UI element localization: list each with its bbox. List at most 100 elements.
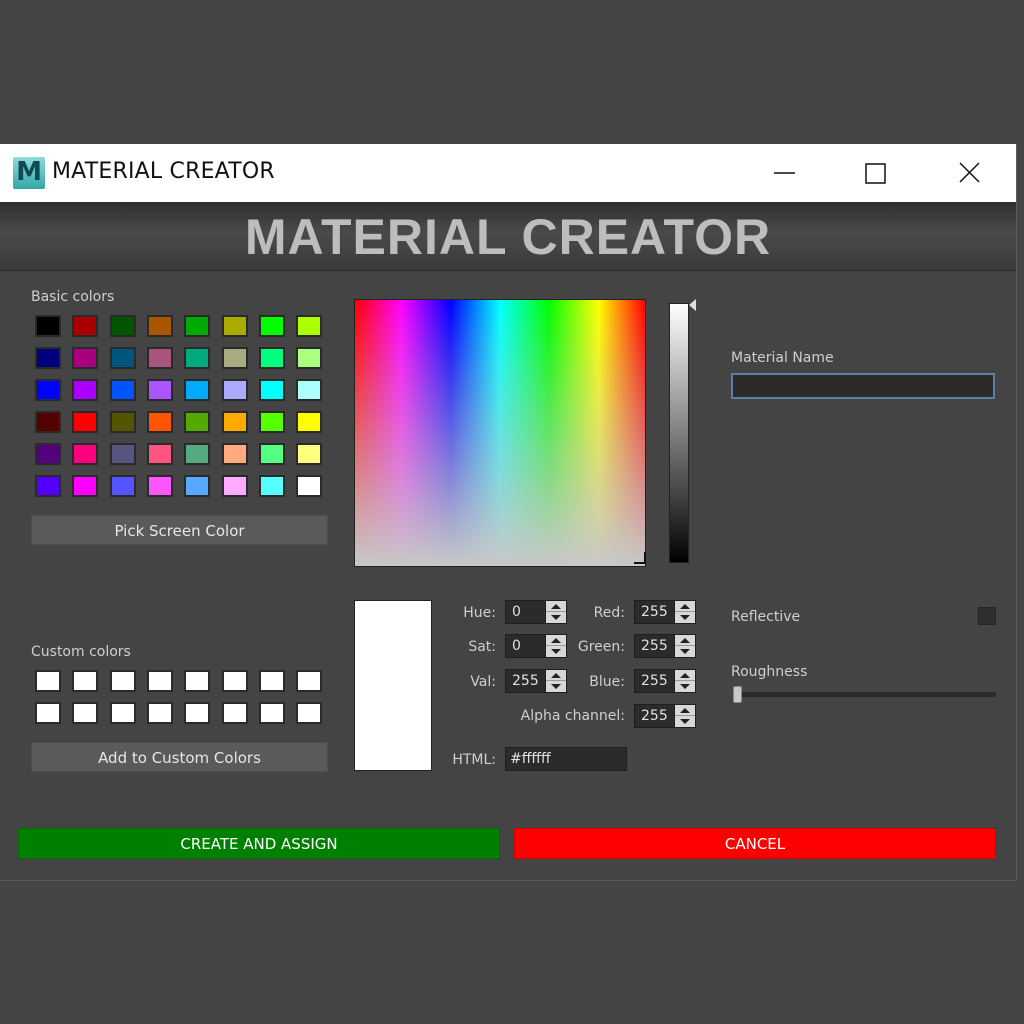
basic-color-swatch[interactable]	[72, 315, 99, 337]
basic-color-swatch[interactable]	[72, 347, 99, 369]
custom-color-swatch[interactable]	[258, 702, 285, 724]
pick-screen-color-button[interactable]: Pick Screen Color	[31, 515, 328, 545]
basic-color-swatch[interactable]	[109, 347, 136, 369]
alpha-spinbox[interactable]	[634, 704, 696, 728]
custom-color-swatch[interactable]	[221, 702, 248, 724]
basic-color-swatch[interactable]	[221, 379, 248, 401]
basic-color-swatch[interactable]	[109, 379, 136, 401]
blue-spinbox[interactable]	[634, 669, 696, 693]
custom-color-swatch[interactable]	[146, 702, 173, 724]
basic-color-swatch[interactable]	[146, 347, 173, 369]
red-spinbox[interactable]	[634, 600, 696, 624]
hue-saturation-picker[interactable]	[354, 299, 646, 567]
basic-color-swatch[interactable]	[35, 475, 61, 497]
basic-color-swatch[interactable]	[35, 379, 61, 401]
basic-color-swatch[interactable]	[258, 475, 285, 497]
val-down-button[interactable]	[546, 681, 566, 692]
basic-color-swatch[interactable]	[35, 347, 61, 369]
basic-color-swatch[interactable]	[35, 411, 61, 433]
value-slider-arrow-icon[interactable]	[689, 299, 696, 311]
basic-color-swatch[interactable]	[72, 443, 99, 465]
blue-down-button[interactable]	[675, 681, 695, 692]
basic-color-swatch[interactable]	[184, 347, 211, 369]
basic-color-swatch[interactable]	[221, 411, 248, 433]
basic-color-swatch[interactable]	[146, 475, 173, 497]
basic-color-swatch[interactable]	[109, 315, 136, 337]
green-spinbox[interactable]	[634, 634, 696, 658]
material-name-input[interactable]	[731, 373, 995, 399]
custom-color-swatch[interactable]	[72, 702, 99, 724]
basic-color-swatch[interactable]	[258, 379, 285, 401]
custom-color-swatch[interactable]	[296, 670, 323, 692]
basic-color-swatch[interactable]	[72, 411, 99, 433]
basic-color-swatch[interactable]	[146, 411, 173, 433]
basic-color-swatch[interactable]	[258, 443, 285, 465]
basic-color-swatch[interactable]	[184, 443, 211, 465]
maximize-button[interactable]	[830, 144, 920, 202]
val-spinbox[interactable]	[505, 669, 567, 693]
close-button[interactable]	[925, 144, 1015, 202]
hue-spinbox[interactable]	[505, 600, 567, 624]
basic-color-swatch[interactable]	[258, 411, 285, 433]
val-up-button[interactable]	[546, 670, 566, 681]
custom-color-swatch[interactable]	[109, 702, 136, 724]
basic-color-swatch[interactable]	[109, 475, 136, 497]
blue-up-button[interactable]	[675, 670, 695, 681]
basic-color-swatch[interactable]	[296, 411, 323, 433]
cancel-button[interactable]: CANCEL	[514, 828, 996, 859]
roughness-slider-handle[interactable]	[733, 686, 742, 703]
basic-color-swatch[interactable]	[35, 443, 61, 465]
value-slider[interactable]	[669, 303, 689, 563]
basic-color-swatch[interactable]	[221, 443, 248, 465]
custom-color-swatch[interactable]	[72, 670, 99, 692]
alpha-up-button[interactable]	[675, 705, 695, 716]
custom-color-swatch[interactable]	[35, 702, 61, 724]
red-up-button[interactable]	[675, 601, 695, 612]
basic-color-swatch[interactable]	[184, 315, 211, 337]
basic-color-swatch[interactable]	[221, 347, 248, 369]
sat-down-button[interactable]	[546, 646, 566, 657]
basic-color-swatch[interactable]	[184, 475, 211, 497]
basic-color-swatch[interactable]	[109, 443, 136, 465]
custom-color-swatch[interactable]	[296, 702, 323, 724]
basic-color-swatch[interactable]	[221, 475, 248, 497]
basic-color-swatch[interactable]	[258, 347, 285, 369]
basic-color-swatch[interactable]	[184, 379, 211, 401]
green-up-button[interactable]	[675, 635, 695, 646]
hue-up-button[interactable]	[546, 601, 566, 612]
basic-color-swatch[interactable]	[72, 379, 99, 401]
custom-color-swatch[interactable]	[109, 670, 136, 692]
create-and-assign-button[interactable]: CREATE AND ASSIGN	[18, 828, 500, 859]
alpha-down-button[interactable]	[675, 716, 695, 727]
custom-color-swatch[interactable]	[184, 702, 211, 724]
basic-color-swatch[interactable]	[146, 315, 173, 337]
basic-color-swatch[interactable]	[146, 443, 173, 465]
minimize-button[interactable]	[740, 144, 830, 202]
roughness-slider-track[interactable]	[733, 692, 996, 697]
basic-color-swatch[interactable]	[296, 315, 323, 337]
green-down-button[interactable]	[675, 646, 695, 657]
custom-color-swatch[interactable]	[258, 670, 285, 692]
basic-color-swatch[interactable]	[146, 379, 173, 401]
custom-color-swatch[interactable]	[184, 670, 211, 692]
sat-spinbox[interactable]	[505, 634, 567, 658]
add-to-custom-colors-button[interactable]: Add to Custom Colors	[31, 742, 328, 772]
basic-color-swatch[interactable]	[258, 315, 285, 337]
basic-color-swatch[interactable]	[72, 475, 99, 497]
html-color-input[interactable]	[505, 747, 627, 771]
basic-color-swatch[interactable]	[296, 475, 323, 497]
basic-color-swatch[interactable]	[296, 379, 323, 401]
basic-color-swatch[interactable]	[296, 347, 323, 369]
basic-color-swatch[interactable]	[109, 411, 136, 433]
hue-down-button[interactable]	[546, 612, 566, 623]
basic-color-swatch[interactable]	[35, 315, 61, 337]
sat-up-button[interactable]	[546, 635, 566, 646]
basic-color-swatch[interactable]	[296, 443, 323, 465]
custom-color-swatch[interactable]	[146, 670, 173, 692]
reflective-checkbox[interactable]	[978, 607, 996, 625]
custom-color-swatch[interactable]	[221, 670, 248, 692]
custom-color-swatch[interactable]	[35, 670, 61, 692]
basic-color-swatch[interactable]	[184, 411, 211, 433]
basic-color-swatch[interactable]	[221, 315, 248, 337]
red-down-button[interactable]	[675, 612, 695, 623]
